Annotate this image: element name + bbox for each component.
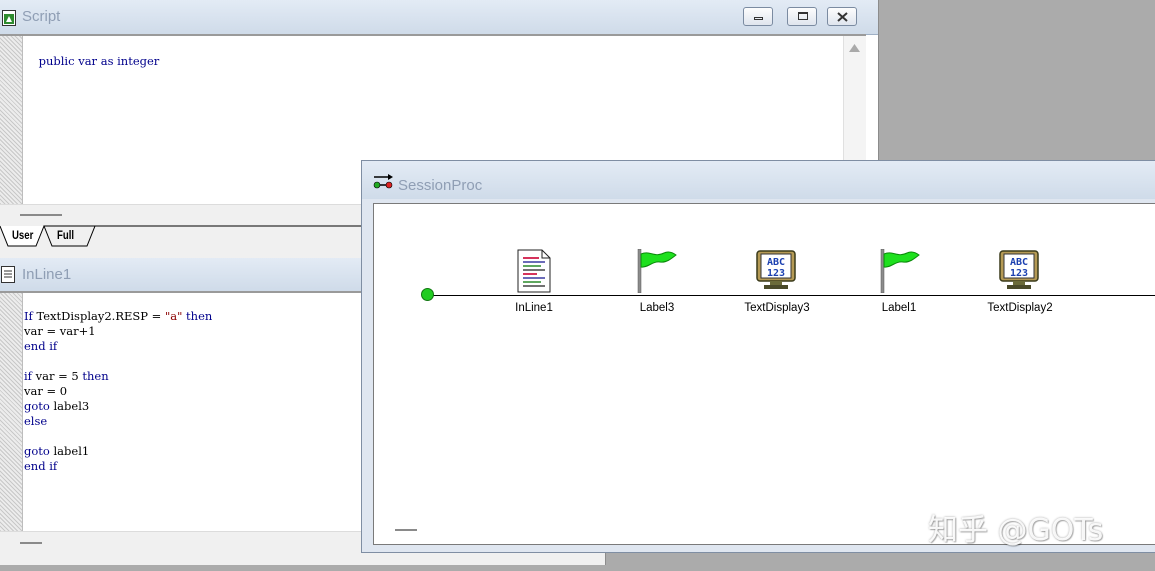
node-inline1[interactable] [517,249,551,293]
node-textdisplay3[interactable]: ABC 123 [756,250,796,290]
inline-title: InLine1 [22,266,72,283]
code-keyword: public var as integer [38,54,160,68]
sessionproc-title: SessionProc [398,177,483,194]
code-line: var = var+1 [24,324,96,338]
inline-code[interactable]: If TextDisplay2.RESP = "a" then var = var… [24,294,212,504]
canvas-splitter-grip [395,529,417,531]
green-flag-icon [637,248,677,294]
restore-icon [798,12,808,20]
code-line: goto label3 [24,399,90,413]
splitter-grip [20,542,42,544]
green-flag-icon [880,248,920,294]
sessionproc-window: SessionProc [361,160,1155,553]
inline-script-icon [1,266,15,283]
procedure-icon [373,174,393,189]
node-label-label1: Label1 [881,302,917,314]
node-label-label3: Label3 [639,302,675,314]
restore-button[interactable] [787,7,817,26]
code-line: var = 0 [24,384,68,398]
script-icon [2,10,16,26]
node-label-inline1: InLine1 [515,302,553,314]
splitter-grip [20,214,62,216]
svg-text:123: 123 [767,268,785,279]
minimize-button[interactable] [743,7,773,26]
script-code-line[interactable]: public var as integer [24,39,160,84]
svg-text:123: 123 [1010,268,1028,279]
code-line: end if [24,339,58,353]
script-titlebar[interactable]: Script [0,0,878,35]
watermark: 知乎 @GOTs [928,513,1104,548]
timeline-line [428,295,1155,296]
svg-text:ABC: ABC [767,257,785,268]
code-line: goto label1 [24,444,90,458]
code-line: else [24,414,48,428]
script-gutter [0,36,23,204]
inline-script-icon [517,249,551,293]
node-label-textdisplay3: TextDisplay3 [744,302,810,314]
text-display-icon: ABC 123 [756,250,796,289]
node-textdisplay2[interactable]: ABC 123 [999,250,1039,290]
node-label1[interactable] [879,248,921,294]
timeline-start-node[interactable] [421,288,434,301]
minimize-icon [754,17,763,20]
scroll-up-icon[interactable] [849,44,860,52]
code-line: If TextDisplay2.RESP = "a" then [24,309,213,323]
node-label-textdisplay2: TextDisplay2 [987,302,1053,314]
tab-full[interactable]: Full [57,228,74,242]
text-display-icon: ABC 123 [999,250,1039,289]
code-line: end if [24,459,58,473]
tab-user[interactable]: User [12,228,33,242]
script-divider [0,34,866,36]
code-line: if var = 5 then [24,369,109,383]
close-button[interactable] [827,7,857,26]
close-icon [837,12,848,22]
script-title: Script [22,8,61,25]
node-label3[interactable] [636,248,678,294]
sessionproc-titlebar[interactable]: SessionProc [362,161,1155,199]
svg-text:ABC: ABC [1010,257,1028,268]
inline-gutter [0,293,23,531]
